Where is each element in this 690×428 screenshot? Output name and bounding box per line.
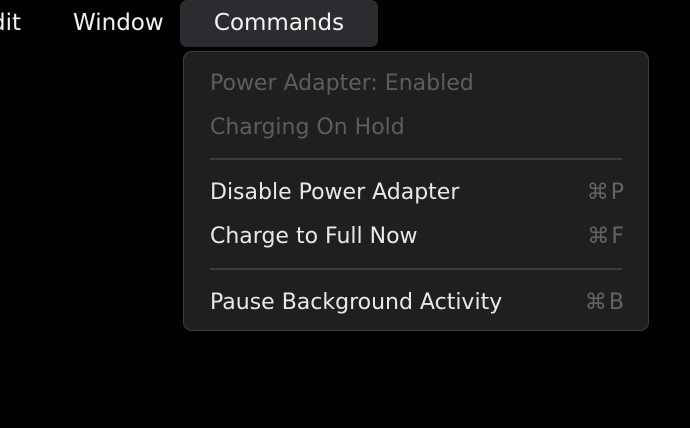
menu-separator xyxy=(210,158,622,160)
screen: dit Window Commands Power Adapter: Enabl… xyxy=(0,0,690,428)
menu-item-disable-power-adapter[interactable]: Disable Power Adapter ⌘P xyxy=(210,173,626,213)
menu-bar: dit Window Commands xyxy=(0,0,690,47)
menu-item-pause-background-activity[interactable]: Pause Background Activity ⌘B xyxy=(210,283,626,323)
menu-item-label: Disable Power Adapter xyxy=(210,180,460,205)
menu-item-label: Charge to Full Now xyxy=(210,224,418,249)
menu-window[interactable]: Window xyxy=(73,0,164,46)
menu-item-charge-to-full[interactable]: Charge to Full Now ⌘F xyxy=(210,217,626,257)
keyboard-shortcut: ⌘P xyxy=(586,180,626,205)
commands-dropdown-menu: Power Adapter: Enabled Charging On Hold … xyxy=(183,51,649,331)
keyboard-shortcut: ⌘F xyxy=(587,224,626,249)
menu-item-charging-status: Charging On Hold xyxy=(210,108,626,148)
menu-item-label: Power Adapter: Enabled xyxy=(210,71,474,96)
menu-item-power-adapter-status: Power Adapter: Enabled xyxy=(210,64,626,104)
keyboard-shortcut: ⌘B xyxy=(584,290,626,315)
menu-item-label: Charging On Hold xyxy=(210,115,405,140)
menu-separator xyxy=(210,268,622,270)
menu-edit[interactable]: dit xyxy=(0,0,21,46)
menu-item-label: Pause Background Activity xyxy=(210,290,503,315)
menu-commands[interactable]: Commands xyxy=(180,0,378,47)
